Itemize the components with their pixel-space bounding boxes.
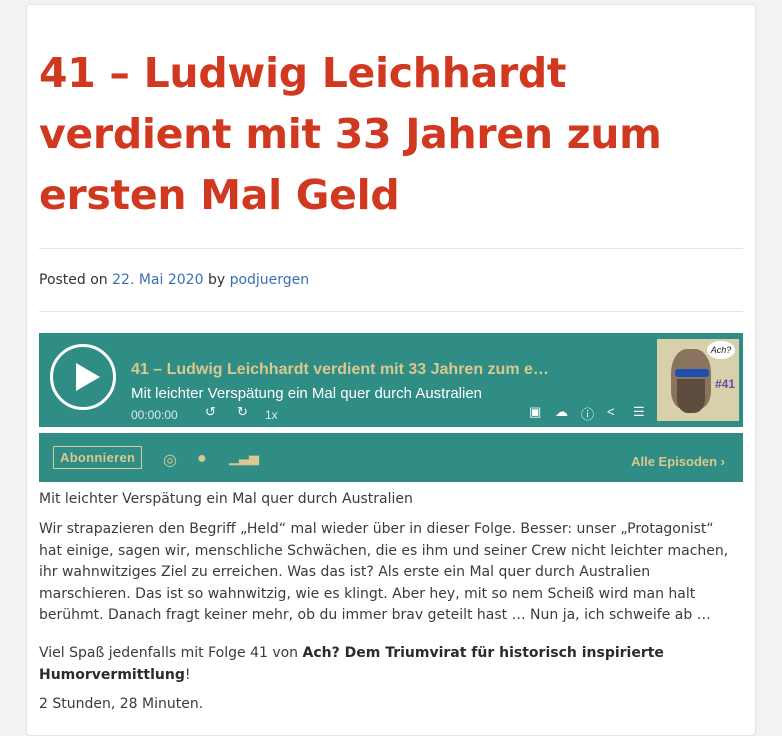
post-card: 41 – Ludwig Leichhardt verdient mit 33 J…	[26, 4, 756, 736]
share-icon[interactable]: <	[607, 404, 615, 419]
playlist-icon[interactable]: ☰	[633, 404, 645, 420]
chapters-icon[interactable]: ▣	[529, 404, 541, 420]
cover-number: #41	[714, 377, 735, 391]
by-label: by	[207, 272, 226, 288]
play-icon[interactable]	[50, 344, 116, 410]
posted-on-label: Posted on	[39, 272, 108, 288]
lead-paragraph: Mit leichter Verspätung ein Mal quer dur…	[39, 491, 413, 507]
all-episodes-link[interactable]: Alle Episoden ›	[631, 454, 725, 469]
deezer-icon[interactable]: ▁▃▅	[229, 450, 259, 466]
description-paragraph: Wir strapazieren den Begriff „Held“ mal …	[39, 521, 729, 623]
podcast-player: 41 – Ludwig Leichhardt verdient mit 33 J…	[39, 333, 743, 427]
subscribe-button[interactable]: Abonnieren	[53, 446, 143, 469]
subscribe-bar: Abonnieren ◎ ● ▁▃▅ Alle Episoden ›	[39, 433, 743, 482]
post-date-link[interactable]: 22. Mai 2020	[112, 272, 203, 288]
info-icon[interactable]: ⓘ	[581, 404, 594, 423]
episode-title: 41 – Ludwig Leichhardt verdient mit 33 J…	[131, 361, 551, 378]
download-icon[interactable]: ☁	[555, 404, 568, 420]
author-link[interactable]: podjuergen	[230, 272, 310, 288]
episode-subtitle: Mit leichter Verspätung ein Mal quer dur…	[131, 385, 483, 402]
spotify-icon[interactable]: ●	[197, 450, 207, 468]
forward-icon[interactable]: ↻	[237, 404, 248, 420]
cover-bubble: Ach?	[707, 341, 735, 359]
promo-end: !	[184, 666, 191, 683]
episode-cover-image: Ach? #41	[657, 339, 739, 421]
duration-text: 2 Stunden, 28 Minuten.	[39, 696, 204, 712]
divider	[39, 248, 743, 249]
promo-paragraph: Viel Spaß jedenfalls mit Folge 41 von Ac…	[39, 643, 739, 686]
rewind-icon[interactable]: ↺	[205, 404, 216, 420]
apple-podcasts-icon[interactable]: ◎	[163, 450, 177, 470]
divider	[39, 311, 743, 312]
promo-text: Viel Spaß jedenfalls mit Folge 41 von	[39, 645, 303, 661]
speed-button[interactable]: 1x	[265, 408, 278, 422]
post-meta: Posted on 22. Mai 2020 by podjuergen	[39, 272, 309, 288]
post-title: 41 – Ludwig Leichhardt verdient mit 33 J…	[39, 49, 662, 219]
time-display: 00:00:00	[131, 408, 178, 422]
